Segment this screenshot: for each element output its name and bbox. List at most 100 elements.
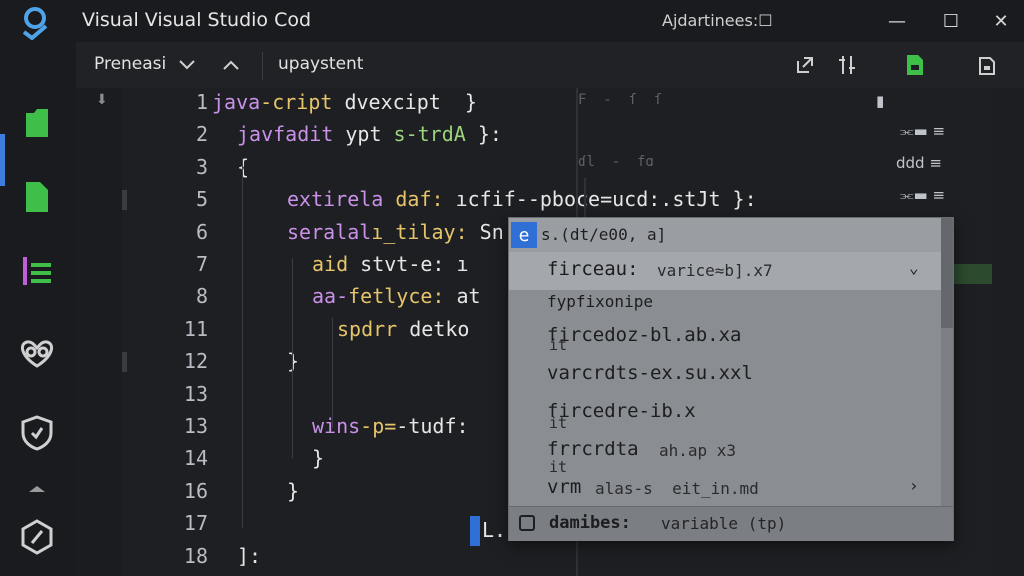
code-line: }	[312, 446, 324, 470]
suggest-item[interactable]: fircedoz-bl.ab.xa	[509, 318, 941, 356]
preview-icon[interactable]	[902, 52, 928, 78]
code-line: aa-fetlyce: at	[312, 284, 481, 308]
new-file-icon[interactable]	[14, 174, 60, 220]
suggest-item[interactable]: frrcrdta ah.ap x3	[509, 432, 941, 470]
code-line: aid stvt-e: ı	[312, 252, 469, 276]
code-token: aid	[312, 252, 361, 276]
code-token: at	[456, 284, 481, 309]
suggest-item[interactable]: firceau: varice≈b].x7 ⌄	[509, 252, 941, 290]
filter-icon[interactable]: ⫘▬ ≡	[900, 186, 945, 204]
fold-arrow-icon[interactable]: ⬇	[96, 92, 108, 108]
code-line: }	[287, 349, 299, 373]
code-line: wins-p=-tudf:	[312, 414, 469, 438]
code-token: extirela	[287, 187, 396, 212]
tab-bar: Preneasi upaystent	[76, 42, 1024, 89]
line-number: 16	[183, 478, 208, 503]
close-icon[interactable]: ✕	[988, 8, 1014, 34]
code-line: java-cript dvexcipt }	[212, 90, 477, 114]
more-actions-icon[interactable]	[974, 52, 1000, 78]
suggest-kind-badge: e	[511, 222, 537, 248]
suggest-item-detail: ah.ap x3	[659, 441, 737, 460]
settings-icon[interactable]	[14, 514, 60, 560]
variable-icon	[519, 515, 535, 531]
line-number: 8	[195, 284, 208, 309]
open-external-icon[interactable]	[792, 52, 818, 78]
bookmark-icon[interactable]: ▮	[876, 92, 884, 110]
active-indicator	[0, 134, 5, 186]
gutter-marker	[122, 352, 127, 372]
code-token: -cript	[260, 90, 345, 114]
suggest-widget[interactable]: e s.(dt/e00, a] firceau: varice≈b].x7 ⌄ fyp…	[508, 217, 954, 541]
code-token: {	[237, 154, 250, 179]
suggest-header-text: s.(dt/e00, a]	[541, 225, 667, 244]
tab-upaystent[interactable]: upaystent	[278, 54, 363, 74]
vertical-scrollbar[interactable]	[992, 88, 1024, 576]
fold-gutter	[76, 88, 122, 576]
filter-icon[interactable]: ⫘▬ ≡	[900, 122, 945, 140]
code-token: ypt	[345, 122, 394, 147]
filter-icon[interactable]: ddd ≡	[896, 154, 942, 172]
suggest-item[interactable]: vrm alas-s eit_in.md ›	[509, 470, 941, 508]
list-icon[interactable]	[14, 248, 60, 294]
text-cursor	[470, 516, 480, 546]
code-line: javfadit ypt s-trdA }:	[237, 122, 502, 146]
line-number: 5	[195, 187, 208, 212]
code-line: seralalı_tilay: Sn	[287, 220, 504, 244]
suggest-footer-label: damibes:	[549, 513, 631, 533]
chevron-right-icon[interactable]: ›	[909, 476, 919, 495]
minimize-icon[interactable]: —	[884, 8, 910, 34]
split-editor-icon[interactable]	[834, 52, 860, 78]
shield-icon[interactable]	[14, 410, 60, 456]
code-line: {	[237, 155, 249, 179]
files-icon[interactable]	[14, 100, 60, 146]
suggest-item[interactable]: varcrdts-ex.su.xxl	[509, 356, 941, 394]
code-token: s-trdA	[393, 122, 478, 147]
code-token: daf:	[395, 187, 456, 212]
line-number: 13	[183, 381, 208, 406]
line-number: 6	[195, 219, 208, 244]
code-token: stvt-e:	[360, 252, 457, 276]
suggest-item[interactable]: fircedre-ib.x	[509, 394, 941, 432]
code-line: }	[287, 479, 299, 503]
suggest-item-label: vrm	[547, 476, 582, 498]
suggest-item-label: fircedoz-bl.ab.xa	[547, 324, 742, 346]
maximize-icon[interactable]: ☐	[938, 8, 964, 34]
suggest-item-label: fircedre-ib.x	[547, 400, 696, 422]
line-number: 2	[195, 122, 208, 147]
suggest-item-label: fypfixonipe	[547, 292, 653, 311]
chevron-up-icon[interactable]	[218, 52, 244, 78]
indent-guide	[292, 258, 293, 458]
chevron-down-icon[interactable]	[174, 52, 200, 78]
gutter-marker	[122, 190, 127, 210]
code-token: }	[287, 478, 300, 503]
line-number: 11	[183, 316, 208, 341]
code-token: }:	[477, 122, 502, 147]
line-number: 17	[183, 511, 208, 536]
minimap-text: F - ſ ſ	[578, 92, 663, 108]
line-number: 14	[183, 446, 208, 471]
suggest-footer: damibes: variable (tp)	[509, 506, 953, 541]
code-token: Sn	[479, 219, 504, 244]
indent-guide	[332, 318, 333, 428]
code-token: detko	[409, 316, 470, 341]
title-bar: Visual Visual Studio Cod Ajdartinees:☐ —…	[0, 0, 1024, 42]
suggest-item-detail: alas-s eit_in.md	[595, 479, 759, 498]
arrow-up-icon[interactable]	[14, 466, 60, 512]
suggest-scroll-thumb[interactable]	[941, 218, 953, 328]
code-token: wins	[312, 414, 361, 438]
suggest-item-detail: varice≈b].x7	[657, 261, 773, 280]
account-label[interactable]: Ajdartinees:☐	[662, 11, 773, 30]
window-title: Visual Visual Studio Cod	[82, 9, 312, 31]
code-token: javfadit	[237, 122, 346, 147]
code-token: ı_tilay:	[371, 219, 480, 244]
extensions-icon[interactable]	[14, 330, 60, 376]
minimap-text: ɗl - fɑ	[578, 154, 654, 170]
suggest-sub-label: it	[549, 458, 568, 476]
code-token: seralal	[287, 219, 372, 244]
activity-bar	[0, 42, 76, 576]
suggest-item-label: frrcrdta	[547, 438, 639, 460]
chevron-down-icon[interactable]: ⌄	[909, 258, 919, 277]
suggest-item-label: varcrdts-ex.su.xxl	[547, 362, 753, 384]
code-token: -p=	[360, 414, 397, 438]
tab-preneasi[interactable]: Preneasi	[94, 54, 166, 74]
